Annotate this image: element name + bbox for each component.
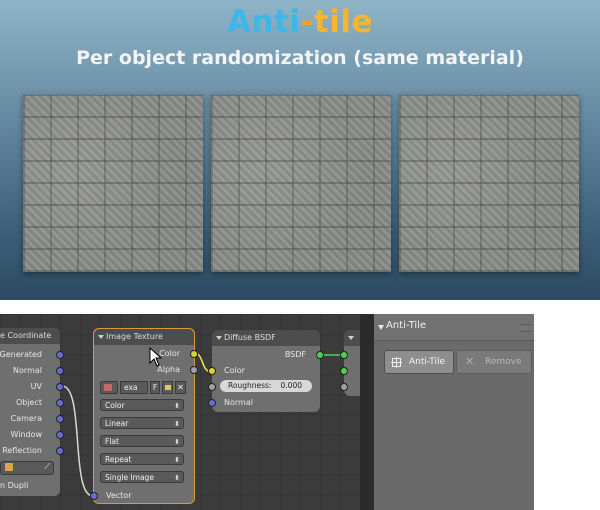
socket-color-in[interactable] bbox=[208, 367, 216, 375]
socket-surface-in[interactable] bbox=[340, 351, 348, 359]
output-camera: Camera bbox=[10, 414, 42, 423]
banner-subtitle: Per object randomization (same material) bbox=[76, 47, 524, 69]
node-diffuse-bsdf[interactable]: Diffuse BSDF BSDF Color Roughness: 0.000… bbox=[208, 330, 324, 412]
socket-alpha-out[interactable] bbox=[190, 366, 198, 374]
output-window: Window bbox=[10, 430, 42, 439]
tile-preview-3 bbox=[399, 95, 579, 272]
output-bsdf: BSDF bbox=[284, 350, 306, 359]
socket-volume-in[interactable] bbox=[340, 367, 348, 375]
output-uv: UV bbox=[30, 382, 42, 391]
output-generated: Generated bbox=[0, 350, 42, 359]
node-header bbox=[344, 330, 360, 346]
socket-normal-in[interactable] bbox=[208, 399, 216, 407]
image-selector[interactable]: exa F ✕ bbox=[100, 381, 186, 394]
socket-bsdf-out[interactable] bbox=[316, 351, 324, 359]
input-vector: Vector bbox=[106, 491, 132, 500]
anti-tile-panel: Anti-Tile Anti-Tile ✕ Remove bbox=[374, 314, 534, 510]
output-object: Object bbox=[15, 398, 42, 407]
banner-title: Anti-tile bbox=[0, 4, 600, 40]
close-icon[interactable]: ✕ bbox=[175, 381, 186, 394]
interpolation-dropdown[interactable]: Linear ⬍ bbox=[100, 417, 184, 429]
image-name-field[interactable]: exa bbox=[120, 381, 148, 394]
panel-header[interactable]: Anti-Tile bbox=[374, 314, 534, 341]
socket-displacement-in[interactable] bbox=[340, 383, 348, 391]
node-editor[interactable]: e Coordinate Generated Normal UV Object … bbox=[0, 314, 360, 510]
node-texture-coordinate[interactable]: e Coordinate Generated Normal UV Object … bbox=[0, 328, 64, 496]
add-icon bbox=[391, 357, 402, 368]
object-picker[interactable]: ⟋ bbox=[0, 461, 54, 475]
tile-preview-2 bbox=[211, 95, 391, 272]
socket-window[interactable] bbox=[56, 431, 64, 439]
socket-camera[interactable] bbox=[56, 415, 64, 423]
socket-color-out[interactable] bbox=[190, 350, 198, 358]
extension-dropdown[interactable]: Repeat ⬍ bbox=[100, 453, 184, 465]
folder-icon[interactable] bbox=[162, 381, 173, 394]
tile-preview-1 bbox=[23, 95, 203, 272]
cursor-icon bbox=[149, 347, 163, 367]
fake-user-toggle[interactable]: F bbox=[150, 381, 160, 394]
node-image-texture[interactable]: Image Texture Color Alpha exa F ✕ Color ⬍… bbox=[90, 328, 198, 504]
cube-icon bbox=[5, 463, 13, 471]
remove-button-label: Remove bbox=[485, 357, 522, 367]
collapse-triangle-icon[interactable] bbox=[378, 325, 384, 330]
collapse-triangle-icon[interactable] bbox=[216, 336, 222, 340]
output-reflection: Reflection bbox=[2, 446, 42, 455]
collapse-triangle-icon[interactable] bbox=[348, 336, 354, 340]
roughness-field[interactable]: Roughness: 0.000 bbox=[220, 380, 312, 392]
link-uv-vector bbox=[61, 385, 94, 497]
image-icon[interactable] bbox=[100, 381, 118, 394]
color-space-dropdown[interactable]: Color ⬍ bbox=[100, 399, 184, 411]
node-material-output[interactable] bbox=[340, 330, 360, 396]
add-button-label: Anti-Tile bbox=[409, 357, 446, 367]
input-color: Color bbox=[224, 366, 245, 375]
region-separator[interactable] bbox=[360, 314, 374, 510]
title-dash: - bbox=[300, 4, 314, 40]
projection-dropdown[interactable]: Flat ⬍ bbox=[100, 435, 184, 447]
node-header: Image Texture bbox=[94, 329, 194, 345]
node-header: e Coordinate bbox=[0, 328, 60, 344]
panel-title: Anti-Tile bbox=[386, 320, 427, 331]
input-normal: Normal bbox=[224, 398, 253, 407]
drag-grip-icon[interactable] bbox=[520, 324, 530, 332]
socket-roughness-in[interactable] bbox=[208, 383, 216, 391]
socket-uv[interactable] bbox=[56, 383, 64, 391]
dupli-label: n Dupli bbox=[0, 481, 29, 490]
remove-icon: ✕ bbox=[465, 355, 475, 368]
socket-vector-in[interactable] bbox=[90, 492, 98, 500]
remove-button[interactable]: ✕ Remove bbox=[456, 350, 532, 374]
add-anti-tile-button[interactable]: Anti-Tile bbox=[384, 350, 454, 374]
title-anti: Anti bbox=[227, 4, 301, 40]
hero-banner: Anti-tile Per object randomization (same… bbox=[0, 0, 600, 300]
socket-normal[interactable] bbox=[56, 367, 64, 375]
socket-generated[interactable] bbox=[56, 351, 64, 359]
output-normal: Normal bbox=[13, 366, 42, 375]
title-tile: tile bbox=[313, 4, 373, 40]
eyedropper-icon[interactable]: ⟋ bbox=[44, 462, 50, 472]
source-dropdown[interactable]: Single Image ⬍ bbox=[100, 471, 184, 483]
node-header: Diffuse BSDF bbox=[212, 330, 320, 346]
collapse-triangle-icon[interactable] bbox=[98, 335, 104, 339]
socket-object[interactable] bbox=[56, 399, 64, 407]
socket-reflection[interactable] bbox=[56, 447, 64, 455]
